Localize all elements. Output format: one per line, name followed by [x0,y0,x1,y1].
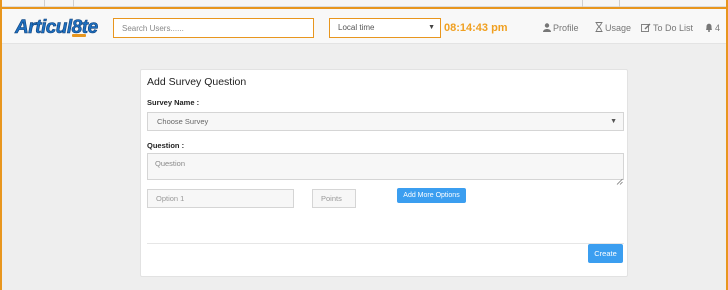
nav-todo-link[interactable]: To Do List [641,18,693,38]
question-textarea[interactable] [147,153,624,180]
divider [73,0,74,7]
survey-select[interactable]: Choose Survey ▼ [147,112,624,131]
hourglass-icon [595,19,603,39]
question-label: Question : [147,141,185,150]
survey-selected-value: Choose Survey [157,117,209,126]
current-time: 08:14:43 pm [444,22,508,34]
edit-icon [641,19,651,39]
resize-handle-icon[interactable] [616,172,623,185]
divider [44,0,45,7]
search-users-input[interactable] [113,18,314,38]
points-input[interactable] [312,189,356,208]
survey-name-label: Survey Name : [147,98,200,107]
divider [147,243,624,244]
top-navbar: Articul8te Local time ▼ 08:14:43 pm Prof… [2,7,726,44]
create-button[interactable]: Create [588,244,623,263]
caret-down-icon: ▼ [428,24,435,31]
caret-down-icon: ▼ [610,118,617,125]
nav-usage-label: Usage [605,23,632,33]
browser-top-strip [0,0,728,7]
nav-usage-link[interactable]: Usage [595,18,631,38]
notification-count: 4 [715,23,721,33]
form-title: Add Survey Question [147,76,247,88]
timezone-select[interactable]: Local time ▼ [329,18,441,38]
nav-profile-label: Profile [553,23,579,33]
add-more-options-button[interactable]: Add More Options [397,188,466,203]
nav-todo-label: To Do List [653,23,694,33]
divider [582,0,583,7]
nav-profile-link[interactable]: Profile [543,18,579,38]
notifications-button[interactable]: 4 [705,18,720,38]
timezone-selected-value: Local time [338,23,375,32]
option-1-input[interactable] [147,189,294,208]
brand-logo[interactable]: Articul8te [14,15,100,39]
bell-icon [705,19,713,39]
add-survey-question-card: Add Survey Question Survey Name : Choose… [140,69,628,277]
user-icon [543,19,551,39]
divider [619,0,620,7]
